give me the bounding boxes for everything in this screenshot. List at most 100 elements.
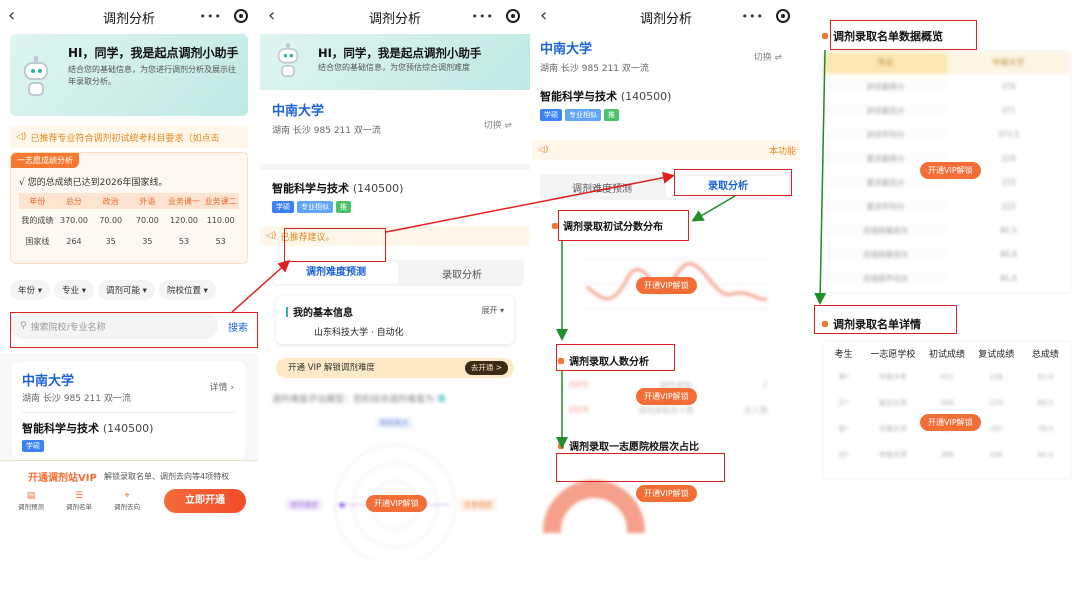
score-card: 一志愿成绩分析 √ 您的总成绩已达到2026年国家线。 年份 总分 政治 外语 … [10,152,248,264]
tag-recommend: 推 [336,201,351,213]
annotation-box-overview [830,20,977,50]
tab-bar: 调剂难度预测 录取分析 [272,260,524,286]
page-title: 调剂分析 [102,11,155,27]
score-col: 总分 [66,196,82,206]
close-mini-program-icon[interactable] [776,9,790,23]
school-name[interactable]: 中南大学 [272,100,518,119]
unlock-vip-button[interactable]: 开通VIP解锁 [636,485,697,502]
filter-location[interactable]: 院校位置 ▾ [158,280,216,300]
score-cell: 53 [215,236,226,246]
radar-area: 院校层次 调剂难度 竞争强度 开通VIP解锁 [260,405,530,560]
filter-major[interactable]: 专业 ▾ [53,280,94,300]
notice-bar: ◁) 本功能 [532,140,800,160]
notice-bar: ◁) 已推荐专业符合调剂初试统考科目要求（如点击 [10,126,248,148]
score-header: 年份 总分 政治 外语 业务课一 业务课二 [19,193,239,209]
score-col: 年份 [29,196,46,206]
vip-title: 开通调剂站VIP [28,473,97,484]
school-card[interactable]: 中南大学 湖南 长沙 985 211 双一流 详情 › 智能科学与技术 (140… [0,354,258,466]
predict-icon: ▤ [26,491,36,501]
unlock-vip-button[interactable]: 开通VIP解锁 [920,162,981,179]
school-name[interactable]: 中南大学 [22,370,236,389]
unlock-vip-button[interactable]: 开通VIP解锁 [920,414,981,431]
assistant-banner: HI，同学，我是起点调剂小助手 结合您的基础信息，为您进行调剂分析及展示往年录取… [10,34,248,116]
notice-text: 本功能 [768,146,796,157]
detail-col: 总成绩 [1031,349,1059,360]
more-icon[interactable]: ••• [472,10,494,23]
score-row: 我的成绩 370.00 70.00 70.00 120.00 110.00 [19,209,239,231]
filter-possibility[interactable]: 调剂可能 ▾ [97,280,155,300]
score-cell: 53 [178,236,190,246]
score-line: 您的总成绩已达到2026年国家线。 [27,178,168,188]
score-cell: 70.00 [99,215,123,225]
score-col: 外语 [139,196,156,206]
annotation-box-tab-difficulty [284,228,386,262]
assistant-banner: HI，同学，我是起点调剂小助手 结合您的基础信息，为您预估综合调剂难度 [260,34,530,90]
annotation-box-count [556,344,675,371]
vip-difficulty-text: 开通 VIP 解锁调剂难度 [288,363,375,373]
detail-table: 考生 一志愿学校 初试成绩 复试成绩 总成绩 李* 华南大学 411 228 81.8 … [824,342,1070,478]
more-icon[interactable]: ••• [742,10,764,23]
unlock-vip-button[interactable]: 开通VIP解锁 [636,388,697,405]
expand-button[interactable]: 展开 ▾ [481,305,504,316]
close-mini-program-icon[interactable] [234,9,248,23]
vip-feature-destination: ⌖ 调剂去向 [114,491,140,511]
notice-text: 已推荐专业符合调剂初试统考科目要求（如点击 [30,133,220,144]
tab-admission[interactable]: 录取分析 [400,266,524,281]
score-col: 政治 [102,196,119,206]
banner-title: HI，同学，我是起点调剂小助手 [68,46,239,60]
back-icon[interactable]: ‹ [268,5,275,26]
tag-similar: 专业相似 [565,109,601,121]
school-meta: 湖南 长沙 985 211 双一流 [272,126,381,136]
detail-col: 一志愿学校 [870,349,916,360]
go-open-button[interactable]: 去开通 > [464,361,508,375]
detail-col: 考生 [834,349,853,360]
vip-desc: 解锁录取名单、调剂去向等4项特权 [104,472,230,481]
tab-difficulty[interactable]: 调剂难度预测 [540,180,664,195]
annotation-box-detail [814,305,957,334]
vip-feature-predict: ▤ 调剂预测 [18,491,44,511]
score-cell: 35 [105,236,116,246]
tag-xueshuo: 学硕 [540,109,562,121]
panel-2: ‹ 调剂分析 ••• HI，同学，我是起点调剂小助手 结合您的基础信息，为您预估… [260,0,530,560]
tab-difficulty[interactable]: 调剂难度预测 [274,262,398,284]
detail-link[interactable]: 详情 › [210,380,234,393]
score-cell: 70.00 [135,215,159,225]
tag-xueshuo: 学硕 [272,201,294,213]
overview-table: 专业 中南大学 初试最高分 376 初试最低分 371 初试平均分 373.5 复试最… [824,52,1070,292]
difficulty-eval: 调剂难度评估模型：您的综合调剂难度为 难 [272,395,446,405]
basic-info-card: 我的基本信息 展开 ▾ 山东科技大学 · 自动化 [276,296,514,344]
annotation-box-search [10,312,258,348]
switch-button[interactable]: 切换 ⇌ [484,118,512,131]
tag-similar: 专业相似 [297,201,333,213]
list-icon: ☰ [74,491,84,501]
section-level-ratio: 调剂录取一志愿院校层次占比 [558,438,800,453]
more-icon[interactable]: ••• [200,10,222,23]
vip-feature-list: ☰ 调剂名单 [66,491,92,511]
radar-label-right: 竞争强度 [460,499,496,511]
panel-1: ‹ 调剂分析 ••• HI，同学，我是起点调剂小助手 结合您的基础信息，为您进行… [0,0,258,560]
score-badge: 一志愿成绩分析 [11,153,79,168]
score-cell: 35 [142,236,153,246]
speaker-icon: ◁) [16,132,27,142]
vip-difficulty-bar[interactable]: 开通 VIP 解锁调剂难度 去开通 > [276,358,514,378]
filter-bar: 年份 ▾ 专业 ▾ 调剂可能 ▾ 院校位置 ▾ [10,280,248,300]
switch-button[interactable]: 切换 ⇌ [754,50,782,63]
close-mini-program-icon[interactable] [506,9,520,23]
score-dist-chart: 开通VIP解锁 [532,239,800,329]
back-icon[interactable]: ‹ [540,5,547,26]
banner-subtitle: 结合您的基础信息，为您预估综合调剂难度 [318,63,470,72]
score-cell: 264 [66,236,82,246]
open-vip-button[interactable]: 立即开通 [164,489,246,513]
unlock-vip-button[interactable]: 开通VIP解锁 [636,277,697,294]
annotation-box-level-ratio [556,453,725,482]
score-cell: 370.00 [60,215,88,225]
radar-label-top: 院校层次 [376,417,412,429]
unlock-vip-button[interactable]: 开通VIP解锁 [366,495,427,512]
school-meta: 湖南 长沙 985 211 双一流 [22,394,131,404]
score-cell: 120.00 [170,215,199,225]
nav-bar: ‹ 调剂分析 ••• [0,0,258,34]
banner-title: HI，同学，我是起点调剂小助手 [318,46,482,60]
back-icon[interactable]: ‹ [8,5,15,26]
filter-year[interactable]: 年份 ▾ [10,280,50,300]
score-cell: 我的成绩 [21,215,54,225]
